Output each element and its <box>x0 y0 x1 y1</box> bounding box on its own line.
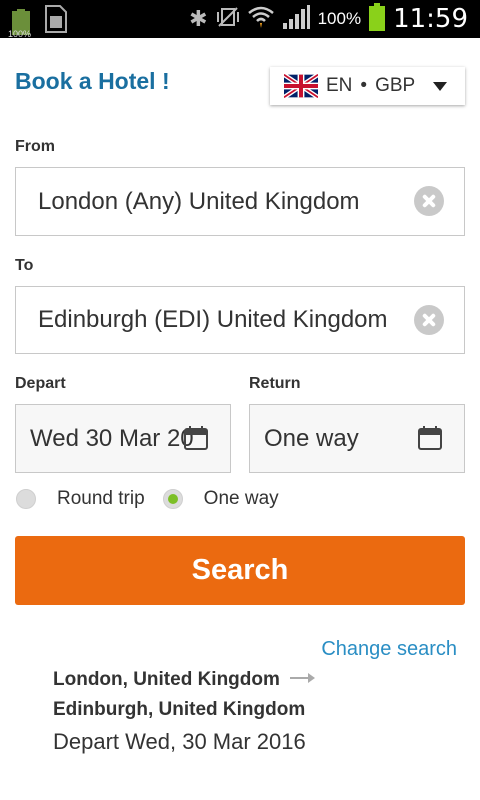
return-label: Return <box>249 375 301 392</box>
battery-icon <box>369 2 386 36</box>
summary-destination: Edinburgh, United Kingdom <box>53 699 306 720</box>
status-bar: 100% ✱ 100% 11:59 <box>0 0 480 39</box>
chevron-down-icon <box>433 82 447 91</box>
clear-from-icon[interactable] <box>414 186 444 216</box>
calendar-icon[interactable] <box>184 426 208 450</box>
wifi-icon <box>247 5 274 34</box>
vibrate-icon <box>216 6 240 33</box>
to-input[interactable]: Edinburgh (EDI) United Kingdom <box>15 286 465 354</box>
page-title: Book a Hotel ! <box>15 68 170 94</box>
summary-depart: Depart Wed, 30 Mar 2016 <box>53 729 306 754</box>
return-value: One way <box>264 424 359 452</box>
round-trip-label[interactable]: Round trip <box>57 488 145 510</box>
separator-dot: • <box>360 75 368 96</box>
summary-origin: London, United Kingdom <box>53 669 280 690</box>
round-trip-radio[interactable] <box>16 489 36 509</box>
clock: 11:59 <box>393 4 468 34</box>
bluetooth-icon: ✱ <box>189 6 208 31</box>
from-label: From <box>15 138 55 155</box>
battery-percent: 100% <box>317 9 362 28</box>
to-value: Edinburgh (EDI) United Kingdom <box>38 306 388 333</box>
depart-value: Wed 30 Mar 20 <box>30 424 194 452</box>
battery-notification-icon: 100% <box>8 9 34 39</box>
currency-code: GBP <box>375 75 416 96</box>
from-input[interactable]: London (Any) United Kingdom <box>15 167 465 236</box>
calendar-icon[interactable] <box>418 426 442 450</box>
search-summary: London, United Kingdom Edinburgh, United… <box>53 669 316 755</box>
language-currency-selector[interactable]: EN • GBP <box>270 67 465 105</box>
one-way-radio[interactable] <box>162 489 183 509</box>
sim-card-icon <box>44 4 68 39</box>
from-value: London (Any) United Kingdom <box>38 187 360 215</box>
signal-icon <box>282 4 310 34</box>
return-date-field[interactable]: One way <box>249 404 465 473</box>
clear-to-icon[interactable] <box>414 305 444 335</box>
uk-flag-icon <box>282 72 320 100</box>
language-code: EN <box>326 75 353 96</box>
depart-label: Depart <box>15 375 66 392</box>
search-button[interactable]: Search <box>15 536 465 605</box>
change-search-link[interactable]: Change search <box>321 638 457 661</box>
one-way-label[interactable]: One way <box>204 488 279 510</box>
arrow-right-icon <box>289 671 316 689</box>
depart-date-field[interactable]: Wed 30 Mar 20 <box>15 404 231 473</box>
to-label: To <box>15 257 34 274</box>
trip-type-group: Round trip One way <box>16 488 279 510</box>
battery-notification-label: 100% <box>8 29 32 39</box>
